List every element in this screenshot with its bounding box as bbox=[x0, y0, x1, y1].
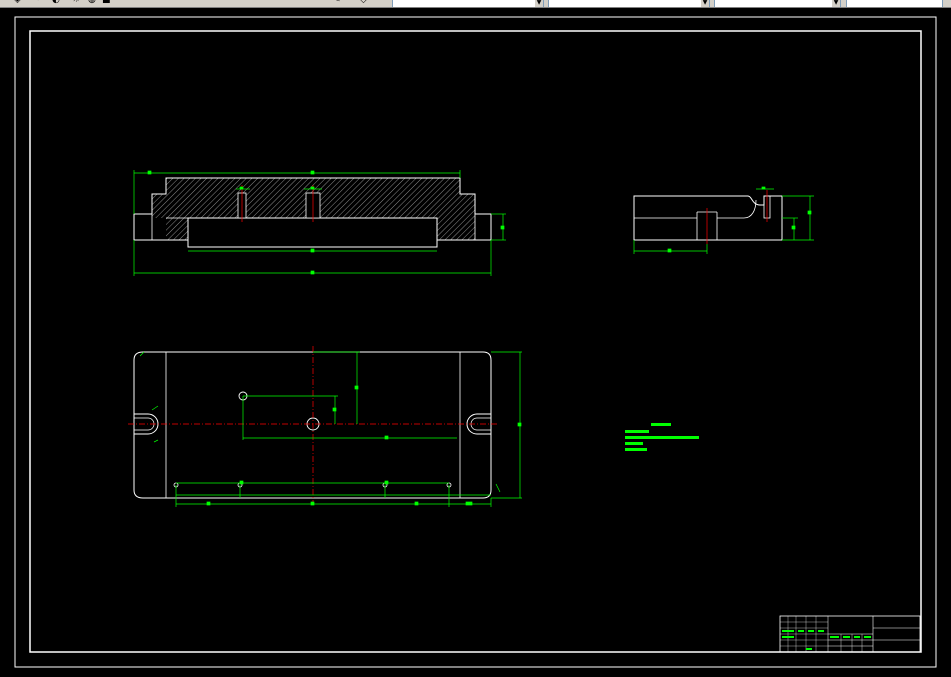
drawing-svg[interactable] bbox=[0, 8, 951, 673]
front-section-view bbox=[133, 170, 506, 276]
color-swatch-icon[interactable]: ■ bbox=[102, 0, 111, 6]
undo-icon[interactable]: ↶ bbox=[36, 0, 44, 6]
layer-combo[interactable]: ▼ bbox=[392, 0, 544, 7]
tech-notes bbox=[625, 423, 699, 451]
chevron-down-icon[interactable]: ▼ bbox=[832, 0, 840, 7]
sun-icon[interactable]: ☼ bbox=[72, 0, 80, 6]
layer-state-icon[interactable]: ◐ bbox=[52, 0, 60, 6]
inner-frame bbox=[29, 30, 922, 653]
layer-previous-icon[interactable]: ◇ bbox=[360, 0, 367, 6]
chevron-down-icon[interactable]: ▼ bbox=[701, 0, 709, 7]
chevron-down-icon[interactable]: ▼ bbox=[535, 0, 543, 7]
drawing-canvas[interactable] bbox=[0, 8, 951, 673]
match-properties-icon[interactable]: ✎ bbox=[333, 0, 341, 6]
plotstyle-combo[interactable] bbox=[846, 0, 943, 7]
lock-icon[interactable]: ◍ bbox=[88, 0, 96, 6]
top-view bbox=[128, 346, 522, 507]
outer-frame bbox=[14, 16, 937, 668]
side-view bbox=[633, 186, 814, 254]
lineweight-combo[interactable]: ▼ bbox=[714, 0, 841, 7]
open-icon[interactable]: ◈ bbox=[14, 0, 21, 6]
linetype-combo[interactable]: ▼ bbox=[548, 0, 710, 7]
cad-toolbar: ◈ ↶ ◐ ☼ ◍ ■ ✎ ◇ ▼ ▼ ▼ bbox=[0, 0, 951, 8]
title-block bbox=[779, 615, 921, 653]
